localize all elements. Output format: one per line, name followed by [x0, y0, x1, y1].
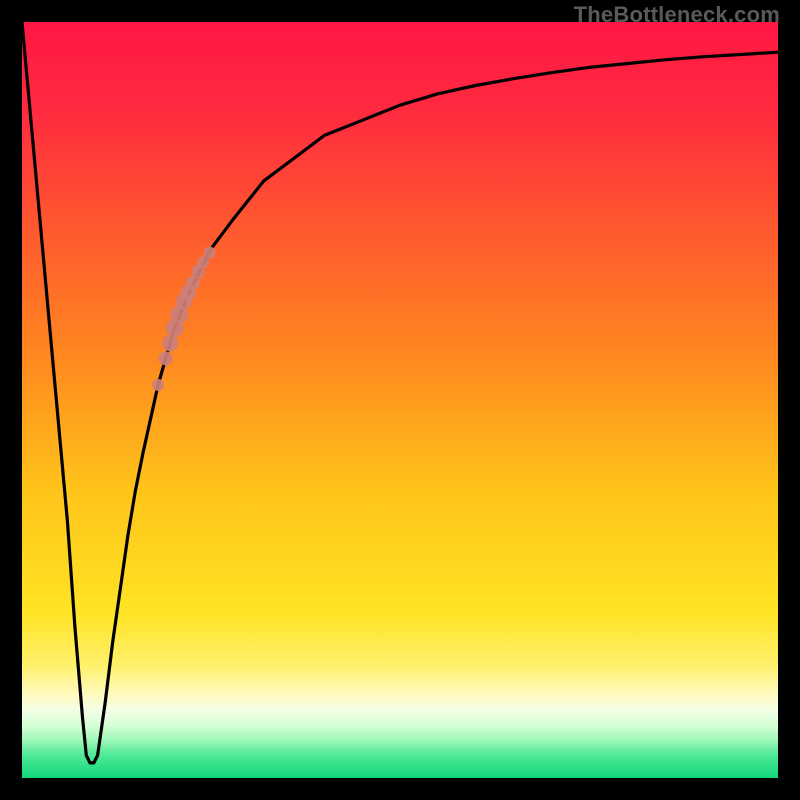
- highlight-dot: [159, 351, 173, 365]
- plot-frame: [22, 22, 778, 778]
- watermark-text: TheBottleneck.com: [574, 2, 780, 28]
- highlight-dot: [204, 247, 216, 259]
- chart-container: TheBottleneck.com: [0, 0, 800, 800]
- highlight-dot: [152, 379, 164, 391]
- bottleneck-curve: [22, 22, 778, 778]
- highlight-dot: [162, 335, 178, 351]
